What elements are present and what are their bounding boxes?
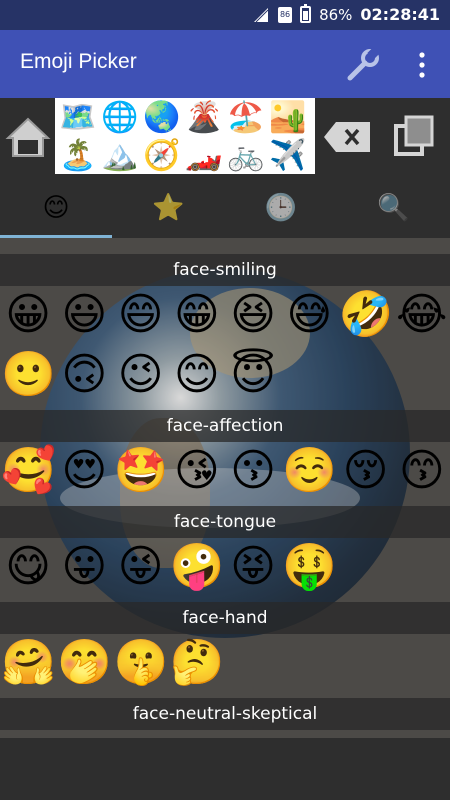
emoji-cell[interactable]: 😄 (114, 288, 168, 342)
ad-image[interactable]: 🗺️ (59, 100, 96, 136)
bottom-area (0, 738, 450, 800)
emoji-cell[interactable]: 😗 (226, 444, 280, 498)
emoji-cell[interactable]: 🙂 (1, 348, 56, 402)
overflow-menu-icon[interactable] (410, 50, 434, 80)
tab-recent[interactable]: 🕒 (225, 178, 337, 238)
emoji-cell[interactable]: ☺️ (282, 444, 337, 498)
emoji-cell[interactable]: 😇 (226, 348, 280, 402)
emoji-cell[interactable]: 😃 (57, 288, 111, 342)
emoji-cell[interactable]: 🥰 (1, 444, 56, 498)
emoji-row: 🙂 🙃 😉 😊 😇 (0, 348, 450, 406)
section-header: face-hand (0, 602, 450, 634)
home-icon[interactable] (5, 116, 51, 158)
emoji-cell[interactable]: 🤑 (282, 540, 337, 594)
favorites-icon: ⭐ (152, 193, 185, 223)
ad-image[interactable]: 🏝️ (59, 138, 96, 174)
emoji-cell[interactable]: 🤣 (339, 288, 394, 342)
ad-banner[interactable]: 🗺️ 🌐 🌏 🌋 🏖️ 🏜️ 🏝️ 🏔️ 🧭 🏎️ 🚲 ✈️ (55, 98, 315, 174)
backspace-icon[interactable] (322, 120, 372, 154)
emoji-cell[interactable]: 🤭 (57, 636, 112, 690)
tab-favorites[interactable]: ⭐ (113, 178, 225, 238)
app-title: Emoji Picker (20, 50, 137, 73)
tab-smileys[interactable]: 😊 (0, 178, 112, 238)
emoji-cell[interactable]: 😚 (339, 444, 393, 498)
emoji-cell[interactable]: 🤪 (170, 540, 225, 594)
emoji-row: 😀 😃 😄 😁 😆 😅 🤣 😂 (0, 288, 450, 346)
ad-image[interactable]: 🏔️ (101, 138, 138, 174)
section-header: face-neutral-skeptical (0, 698, 450, 730)
emoji-row: 🥰 😍 🤩 😘 😗 ☺️ 😚 😙 (0, 444, 450, 502)
emoji-cell[interactable]: 😙 (395, 444, 449, 498)
ad-image[interactable]: 🏜️ (269, 100, 306, 136)
status-bar: 86 86% 02:28:41 (0, 0, 450, 30)
battery-icon (300, 4, 312, 23)
signal-icon (254, 7, 269, 22)
recent-icon: 🕒 (264, 193, 298, 223)
section-header: face-smiling (0, 254, 450, 286)
ad-image[interactable]: 🚲 (227, 138, 264, 174)
emoji-cell[interactable]: 🤫 (114, 636, 169, 690)
category-tabs: 😊 ⭐ 🕒 🔍 (0, 178, 450, 238)
emoji-cell[interactable]: 😂 (395, 288, 449, 342)
emoji-cell[interactable]: 😘 (170, 444, 224, 498)
emoji-cell[interactable]: 😅 (282, 288, 336, 342)
ad-image[interactable]: 🏖️ (227, 100, 264, 136)
emoji-cell[interactable]: 🙃 (57, 348, 111, 402)
sim-badge-icon: 86 (278, 6, 293, 23)
ad-image[interactable]: 🌐 (101, 100, 138, 136)
search-icon: 🔍 (377, 193, 410, 223)
emoji-cell[interactable]: 😜 (114, 540, 168, 594)
ad-image[interactable]: 🌏 (143, 100, 180, 136)
copy-icon[interactable] (392, 114, 436, 158)
emoji-row: 🤗 🤭 🤫 🤔 (0, 636, 450, 694)
battery-percent: 86% (319, 5, 353, 24)
emoji-cell[interactable]: 🤩 (114, 444, 169, 498)
emoji-row: 😋 😛 😜 🤪 😝 🤑 (0, 540, 450, 598)
emoji-cell[interactable]: 😊 (170, 348, 224, 402)
emoji-cell[interactable]: 🤗 (1, 636, 56, 690)
clock: 02:28:41 (360, 5, 440, 24)
emoji-cell[interactable]: 😋 (1, 540, 55, 594)
emoji-cell[interactable]: 😁 (170, 288, 224, 342)
emoji-cell[interactable]: 😝 (226, 540, 280, 594)
emoji-cell[interactable]: 😛 (57, 540, 111, 594)
ad-image[interactable]: 🌋 (185, 100, 222, 136)
tab-search[interactable]: 🔍 (338, 178, 450, 238)
wrench-icon[interactable] (345, 47, 381, 83)
smileys-icon: 😊 (42, 193, 70, 223)
emoji-cell[interactable]: 🤔 (170, 636, 225, 690)
section-header: face-tongue (0, 506, 450, 538)
emoji-cell[interactable]: 😆 (226, 288, 280, 342)
ad-image[interactable]: ✈️ (269, 138, 306, 174)
ad-image[interactable]: 🧭 (143, 138, 180, 174)
emoji-cell[interactable]: 😍 (57, 444, 111, 498)
emoji-cell[interactable]: 😀 (1, 288, 55, 342)
toolbar-row: 🗺️ 🌐 🌏 🌋 🏖️ 🏜️ 🏝️ 🏔️ 🧭 🏎️ 🚲 ✈️ (0, 98, 450, 178)
emoji-cell[interactable]: 😉 (114, 348, 168, 402)
ad-image[interactable]: 🏎️ (185, 138, 222, 174)
emoji-grid: face-smiling 😀 😃 😄 😁 😆 😅 🤣 😂 🙂 🙃 😉 😊 😇 face-affection 🥰… (0, 238, 450, 738)
section-header: face-affection (0, 410, 450, 442)
app-bar: Emoji Picker (0, 30, 450, 98)
